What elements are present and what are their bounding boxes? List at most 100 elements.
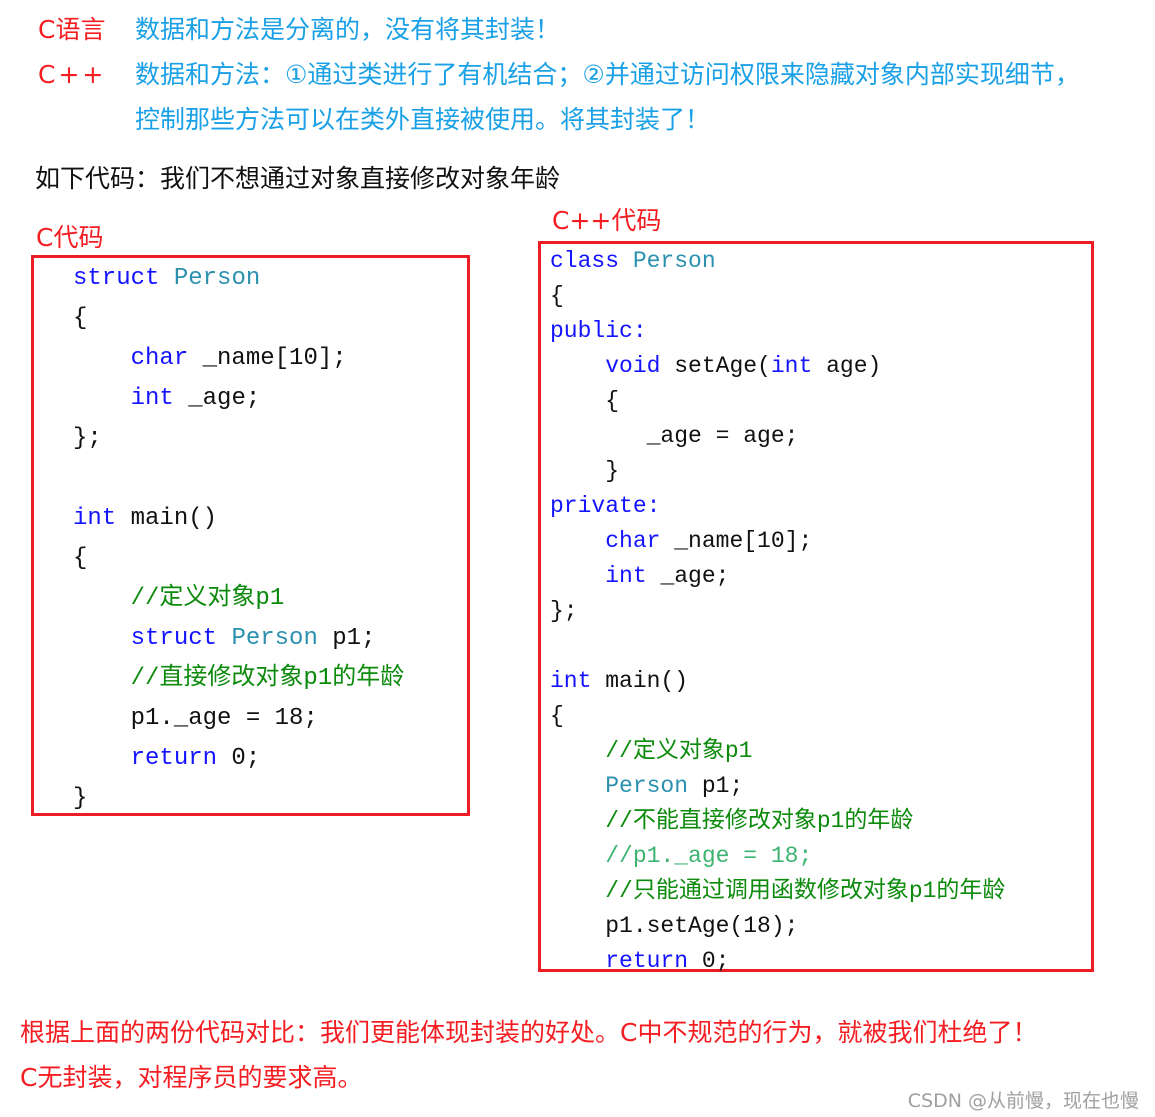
cpp-code-block: class Person{public: void setAge(int age… xyxy=(538,241,1094,974)
code-text: }; xyxy=(550,598,578,624)
code-line: { xyxy=(550,384,1091,419)
code-line: return 0; xyxy=(550,944,1091,979)
code-line: class Person xyxy=(550,244,1091,279)
code-commented-out: //p1._age = 18; xyxy=(550,843,813,869)
code-keyword: char xyxy=(130,345,189,372)
code-keyword: int xyxy=(73,505,117,532)
code-line: //不能直接修改对象p1的年龄 xyxy=(550,804,1091,839)
code-comment: //定义对象p1 xyxy=(73,585,285,612)
code-line: //只能通过调用函数修改对象p1的年龄 xyxy=(550,874,1091,909)
code-line: private: xyxy=(550,489,1091,524)
code-line: //p1._age = 18; xyxy=(550,839,1091,874)
code-line: //定义对象p1 xyxy=(73,579,467,619)
code-line: struct Person xyxy=(73,259,467,299)
code-keyword: return xyxy=(605,948,689,974)
code-keyword: int xyxy=(550,668,592,694)
code-line: } xyxy=(550,454,1091,489)
cpp-code-title: C++代码 xyxy=(552,206,662,235)
code-text: p1._age = 18; xyxy=(73,705,318,732)
c-code-block: struct Person { char _name[10]; int _age;… xyxy=(31,255,470,816)
code-line: }; xyxy=(550,594,1091,629)
code-text: main() xyxy=(591,668,689,694)
cpp-label: C++ xyxy=(38,60,107,89)
code-text: 0; xyxy=(217,745,261,772)
conclusion-line-1: 根据上面的两份代码对比：我们更能体现封装的好处。C中不规范的行为，就被我们杜绝了… xyxy=(20,1018,1038,1047)
code-keyword: public: xyxy=(550,318,647,344)
code-line: } xyxy=(73,779,467,819)
code-line: { xyxy=(73,299,467,339)
code-text: { xyxy=(73,305,88,332)
code-text: { xyxy=(550,388,620,414)
code-keyword: char xyxy=(605,528,661,554)
code-text: _age = age; xyxy=(550,423,799,449)
code-text: { xyxy=(550,703,564,729)
code-text: setAge( xyxy=(660,353,771,379)
code-text: main() xyxy=(116,505,218,532)
code-text: p1; xyxy=(317,625,376,652)
code-text: } xyxy=(73,785,88,812)
code-line: int _age; xyxy=(73,379,467,419)
code-text: _name[10]; xyxy=(660,528,813,554)
code-type-name: Person xyxy=(173,265,261,292)
code-line: return 0; xyxy=(73,739,467,779)
code-line: public: xyxy=(550,314,1091,349)
code-line: _age = age; xyxy=(550,419,1091,454)
c-language-description: 数据和方法是分离的，没有将其封装！ xyxy=(135,15,561,44)
code-text: { xyxy=(550,283,564,309)
code-line: int _age; xyxy=(550,559,1091,594)
code-line: { xyxy=(550,279,1091,314)
document-page: C语言 数据和方法是分离的，没有将其封装！ C++ 数据和方法：①通过类进行了有… xyxy=(0,0,1155,1117)
code-text: } xyxy=(550,458,620,484)
code-type-name: Person xyxy=(632,248,716,274)
code-text: _name[10]; xyxy=(188,345,347,372)
cpp-description-line-2: 控制那些方法可以在类外直接被使用。将其封装了！ xyxy=(135,105,711,134)
code-text: p1; xyxy=(688,773,744,799)
code-keyword: private: xyxy=(550,493,661,519)
c-language-label: C语言 xyxy=(38,15,106,44)
code-keyword: int xyxy=(130,385,174,412)
code-line: //直接修改对象p1的年龄 xyxy=(73,659,467,699)
code-line: char _name[10]; xyxy=(73,339,467,379)
code-keyword: int xyxy=(770,353,813,379)
c-code-title: C代码 xyxy=(36,223,104,252)
code-line: struct Person p1; xyxy=(73,619,467,659)
code-line: p1._age = 18; xyxy=(73,699,467,739)
code-text: { xyxy=(73,545,88,572)
csdn-watermark: CSDN @从前慢，现在也慢 xyxy=(907,1090,1139,1112)
code-text: _age; xyxy=(646,563,730,589)
code-text: p1.setAge(18); xyxy=(550,913,799,939)
code-line: int main() xyxy=(73,499,467,539)
code-type-name: Person xyxy=(605,773,689,799)
code-intro-text: 如下代码：我们不想通过对象直接修改对象年龄 xyxy=(35,164,561,193)
conclusion-line-2: C无封装，对程序员的要求高。 xyxy=(20,1063,363,1092)
code-line: char _name[10]; xyxy=(550,524,1091,559)
code-keyword: void xyxy=(605,353,661,379)
code-line: }; xyxy=(73,419,467,459)
code-keyword: return xyxy=(130,745,218,772)
code-line: { xyxy=(550,699,1091,734)
code-line: int main() xyxy=(550,664,1091,699)
code-keyword: class xyxy=(550,248,620,274)
code-comment: //只能通过调用函数修改对象p1的年龄 xyxy=(550,878,1006,904)
code-line: p1.setAge(18); xyxy=(550,909,1091,944)
code-text: _age; xyxy=(173,385,261,412)
code-type-name: Person xyxy=(231,625,318,652)
code-line: { xyxy=(73,539,467,579)
code-keyword: struct xyxy=(73,265,160,292)
code-text: age) xyxy=(812,353,882,379)
cpp-description-line-1: 数据和方法：①通过类进行了有机结合；②并通过访问权限来隐藏对象内部实现细节， xyxy=(135,60,1080,89)
code-line: Person p1; xyxy=(550,769,1091,804)
